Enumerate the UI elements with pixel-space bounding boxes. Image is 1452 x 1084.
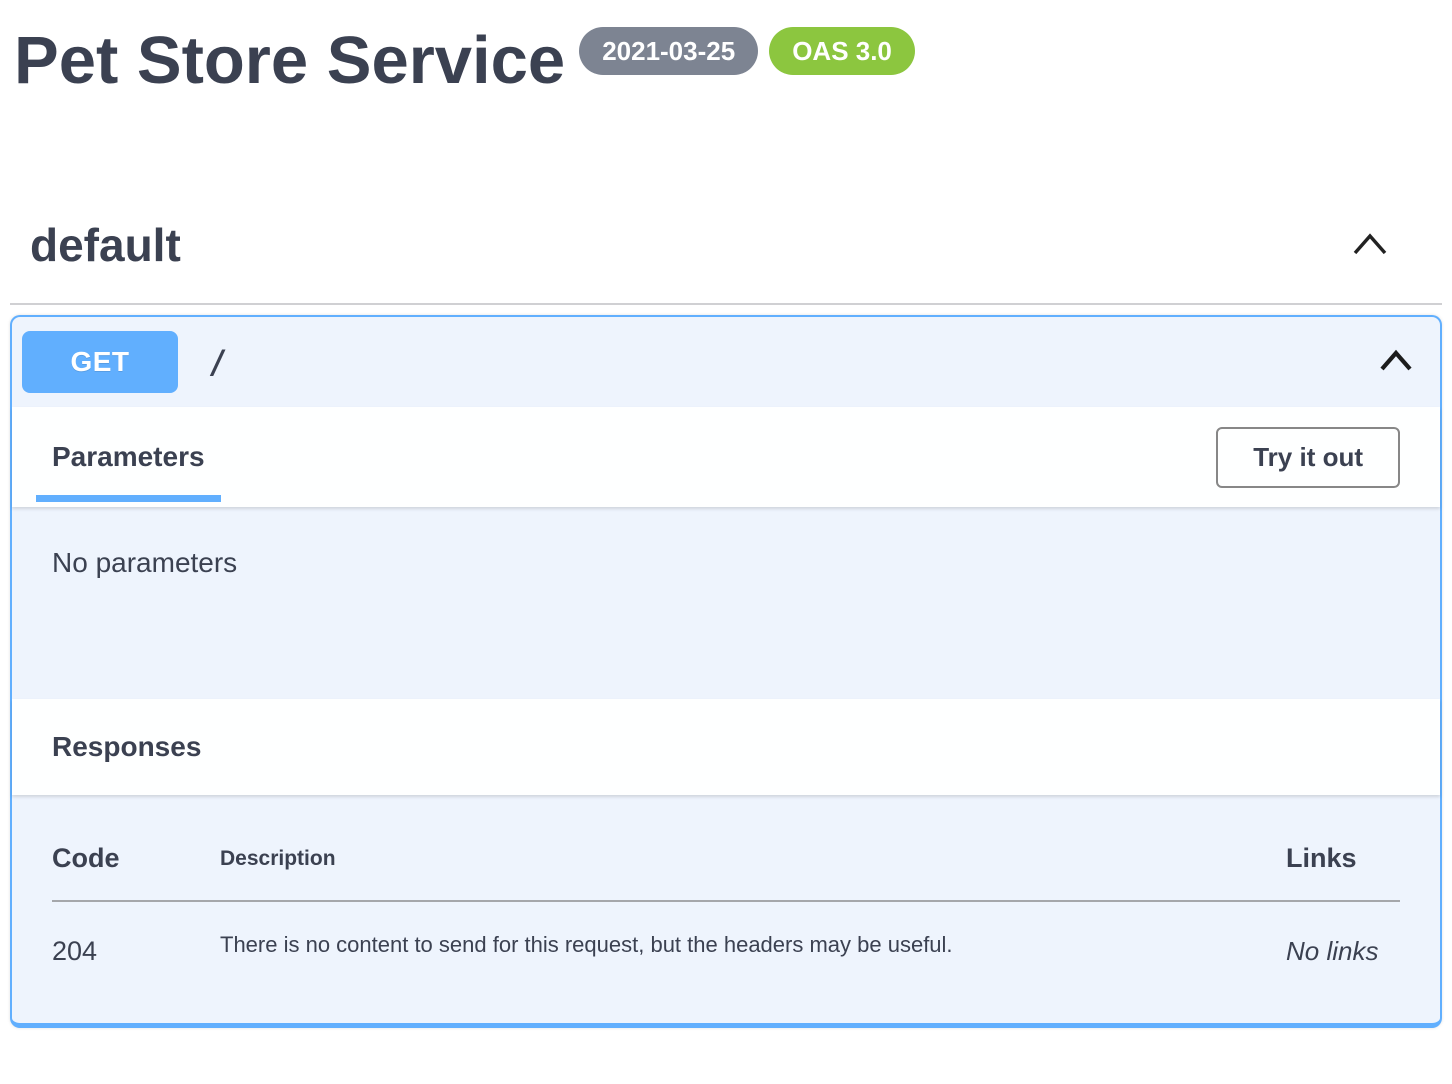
parameters-section-header: Parameters Try it out [12,407,1440,507]
column-header-code: Code [52,843,220,901]
page-title: Pet Store Service [14,25,565,97]
table-row: 204 There is no content to send for this… [52,901,1400,967]
column-header-links: Links [1286,843,1400,901]
active-tab-indicator [36,495,221,502]
responses-table: Code Description Links 204 There is no c… [52,843,1400,967]
section-collapse-button[interactable] [1350,228,1390,263]
http-method-badge: GET [22,331,178,393]
responses-table-header-row: Code Description Links [52,843,1400,901]
column-header-description: Description [220,843,1286,901]
responses-title: Responses [52,731,201,763]
tag-section-title: default [30,218,181,272]
try-it-out-button[interactable]: Try it out [1216,427,1400,488]
section-divider [10,303,1442,305]
tab-parameters[interactable]: Parameters [36,407,221,507]
tag-section-header-default[interactable]: default [10,205,1442,271]
opblock-summary[interactable]: GET / [12,317,1440,407]
responses-section-header: Responses [12,699,1440,795]
no-parameters-text: No parameters [52,547,237,578]
responses-container: Code Description Links 204 There is no c… [12,795,1440,1023]
parameters-tab-label: Parameters [52,441,205,473]
parameters-container: No parameters [12,507,1440,699]
oas-badge: OAS 3.0 [769,27,915,75]
chevron-up-icon [1350,228,1390,263]
operation-path: / [208,343,227,381]
chevron-up-icon [1378,346,1414,379]
swagger-page: Pet Store Service 2021-03-25 OAS 3.0 def… [0,0,1452,1028]
title-badges: 2021-03-25 OAS 3.0 [579,27,915,75]
api-info: Pet Store Service 2021-03-25 OAS 3.0 [10,0,1442,97]
operation-collapse-button[interactable] [1378,346,1414,379]
response-code: 204 [52,901,220,967]
opblock-get-root: GET / Parameters Try it out No parameter… [10,315,1442,1028]
response-description: There is no content to send for this req… [220,901,1286,967]
response-links: No links [1286,901,1400,967]
version-badge: 2021-03-25 [579,27,758,75]
